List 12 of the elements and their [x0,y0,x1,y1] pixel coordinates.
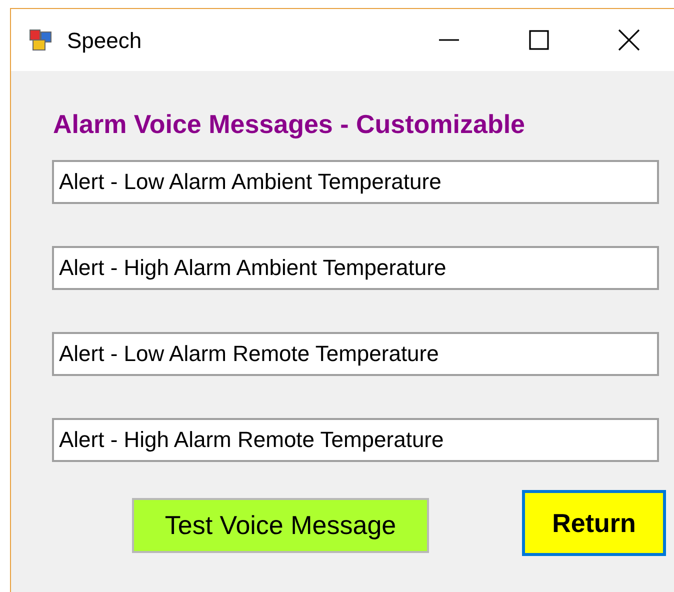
maximize-icon [529,30,549,50]
app-icon [29,29,53,51]
return-button[interactable]: Return [522,490,666,556]
message-field[interactable]: Alert - Low Alarm Ambient Temperature [52,160,659,204]
window-title: Speech [67,26,142,55]
close-icon [618,29,640,51]
test-voice-button[interactable]: Test Voice Message [132,498,429,553]
message-field[interactable]: Alert - High Alarm Remote Temperature [52,418,659,462]
heading: Alarm Voice Messages - Customizable [53,108,526,141]
message-field[interactable]: Alert - High Alarm Ambient Temperature [52,246,659,290]
minimize-icon [439,39,459,41]
message-field[interactable]: Alert - Low Alarm Remote Temperature [52,332,659,376]
